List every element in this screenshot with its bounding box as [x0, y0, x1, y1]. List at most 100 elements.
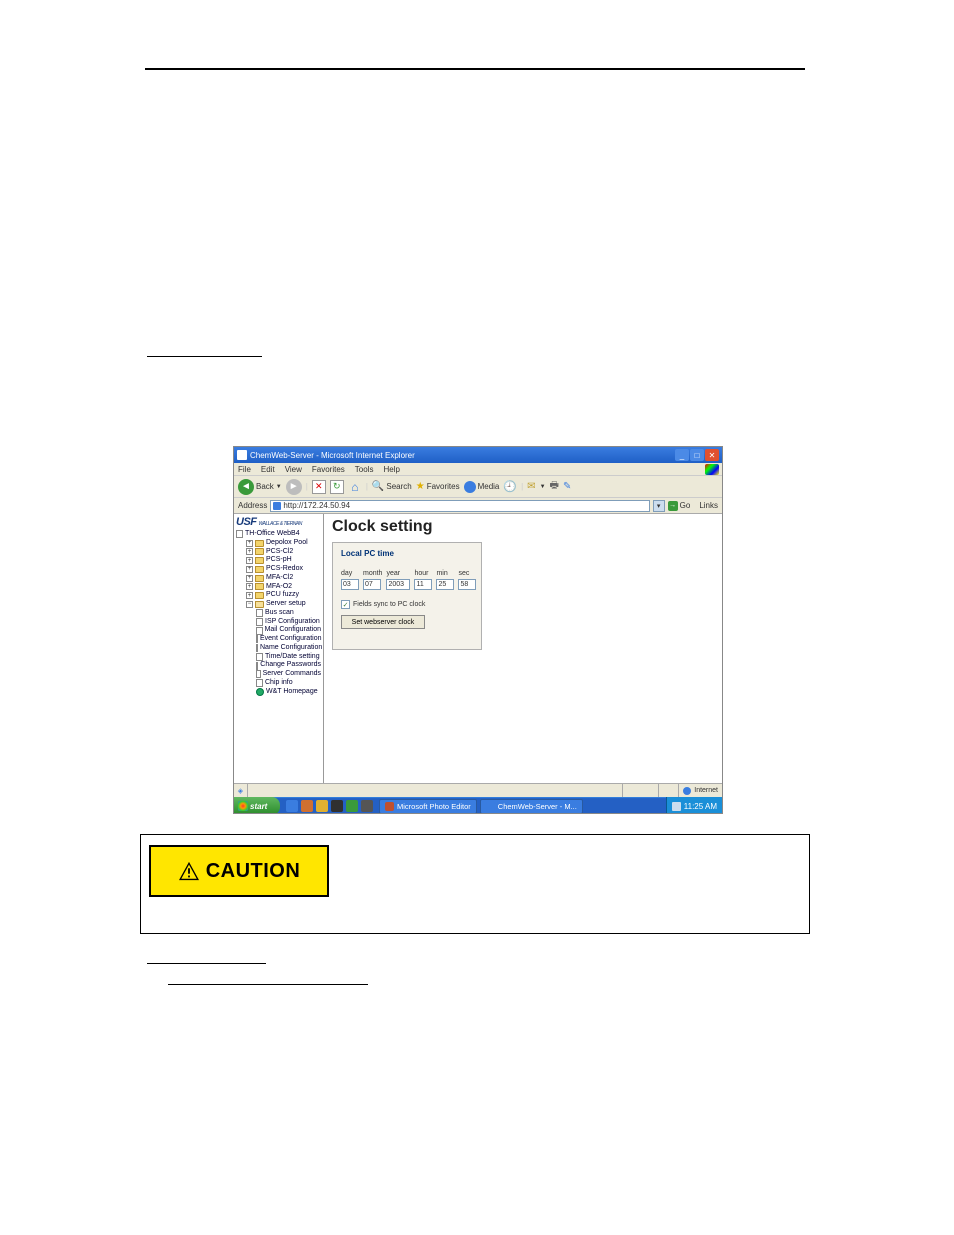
label-hour: hour [414, 570, 428, 577]
expand-icon[interactable]: + [246, 566, 253, 573]
home-button[interactable]: ⌂ [348, 480, 362, 494]
section-underline-1 [147, 355, 262, 357]
expand-icon[interactable]: + [246, 575, 253, 582]
root-label: TH-Office WebB4 [245, 530, 300, 539]
expand-icon[interactable]: + [246, 592, 253, 599]
address-input[interactable]: http://172.24.50.94 [270, 500, 649, 512]
menu-view[interactable]: View [285, 465, 302, 474]
globe-icon [256, 688, 264, 696]
input-hour[interactable]: 11 [414, 579, 432, 590]
media-label: Media [478, 482, 500, 491]
expand-icon[interactable]: + [246, 583, 253, 590]
ql-icon[interactable] [361, 800, 373, 812]
status-cell [622, 784, 658, 797]
label-day: day [341, 570, 352, 577]
tray-icon[interactable] [672, 802, 681, 811]
tree-item-timedate[interactable]: Time/Date setting [256, 653, 321, 662]
logo-text: USF [236, 516, 257, 528]
menu-help[interactable]: Help [383, 465, 399, 474]
tree-item-pcs-ph[interactable]: +PCS-pH [246, 556, 321, 565]
tree-item-server-cmd[interactable]: Server Commands [256, 670, 321, 679]
tree-item-wt-home[interactable]: W&T Homepage [256, 688, 321, 697]
page-content: USF WALLACE & TIERNAN TH-Office WebB4 +D… [234, 514, 722, 783]
task-photo-editor[interactable]: Microsoft Photo Editor [379, 799, 477, 814]
mail-button[interactable]: ✉ [527, 481, 535, 492]
sync-checkbox-row: ✓ Fields sync to PC clock [341, 600, 473, 609]
mail-dropdown-icon[interactable]: ▼ [540, 484, 546, 490]
tree-item-pcs-cl2[interactable]: +PCS-Cl2 [246, 548, 321, 557]
stop-button[interactable]: ✕ [312, 480, 326, 494]
page-icon [256, 627, 263, 635]
tree-item-mail-config[interactable]: Mail Configuration [256, 626, 321, 635]
page-top-rule [145, 68, 805, 70]
input-min[interactable]: 25 [436, 579, 454, 590]
collapse-icon[interactable]: − [246, 601, 253, 608]
tree-root[interactable]: TH-Office WebB4 [236, 530, 321, 539]
menu-favorites[interactable]: Favorites [312, 465, 345, 474]
input-day[interactable]: 03 [341, 579, 359, 590]
favorites-button[interactable]: ★ Favorites [416, 481, 460, 492]
label-month: month [363, 570, 382, 577]
expand-icon[interactable]: + [246, 557, 253, 564]
input-month[interactable]: 07 [363, 579, 381, 590]
tree-label: PCS-Redox [266, 565, 303, 574]
tree-item-change-pw[interactable]: Change Passwords [256, 661, 321, 670]
tree-item-server-setup[interactable]: − Server setup [246, 600, 321, 609]
tree-item-pcs-redox[interactable]: + PCS-Redox [246, 565, 321, 574]
links-label[interactable]: Links [699, 501, 718, 510]
task-chemweb[interactable]: ChemWeb-Server - M... [480, 799, 583, 814]
back-label: Back [256, 482, 274, 491]
section-underline-2 [147, 962, 266, 964]
menu-tools[interactable]: Tools [355, 465, 374, 474]
history-button[interactable]: 🕘 [503, 480, 517, 493]
expand-icon[interactable]: + [246, 548, 253, 555]
menu-bar: File Edit View Favorites Tools Help [234, 463, 722, 476]
ql-icon[interactable] [301, 800, 313, 812]
sync-checkbox[interactable]: ✓ [341, 600, 350, 609]
ql-icon[interactable] [316, 800, 328, 812]
ql-ie-icon[interactable] [286, 800, 298, 812]
tree-label: Depolox Pool [266, 539, 308, 548]
tree-item-isp-config[interactable]: ISP Configuration [256, 618, 321, 627]
refresh-button[interactable]: ↻ [330, 480, 344, 494]
page-title: Clock setting [332, 518, 714, 536]
menu-file[interactable]: File [238, 465, 251, 474]
tree-item-chip-info[interactable]: Chip info [256, 679, 321, 688]
tree-item-depolox[interactable]: + Depolox Pool [246, 539, 321, 548]
media-button[interactable]: Media [464, 481, 500, 493]
col-min: min 25 [436, 570, 454, 590]
input-year[interactable]: 2003 [386, 579, 410, 590]
folder-icon [255, 540, 264, 547]
tree-label: Chip info [265, 679, 293, 688]
tree-item-pcu-fuzzy[interactable]: +PCU fuzzy [246, 591, 321, 600]
tree-item-mfa-o2[interactable]: +MFA-O2 [246, 583, 321, 592]
set-clock-button[interactable]: Set webserver clock [341, 615, 425, 629]
tree-item-name-config[interactable]: Name Configuration [256, 644, 321, 653]
edit-button[interactable]: ✎ [563, 481, 571, 492]
start-button[interactable]: start [234, 797, 280, 814]
go-button[interactable]: → Go [668, 501, 691, 511]
ql-icon[interactable] [346, 800, 358, 812]
forward-button[interactable]: ► [286, 479, 302, 495]
tree-item-mfa-cl2[interactable]: +MFA-Cl2 [246, 574, 321, 583]
back-dropdown-icon[interactable]: ▼ [276, 484, 282, 490]
tree-label: Name Configuration [260, 644, 322, 653]
zone-label: Internet [694, 787, 718, 794]
search-button[interactable]: 🔍 Search [372, 481, 412, 492]
maximize-button[interactable]: □ [690, 449, 704, 461]
close-button[interactable]: ✕ [705, 449, 719, 461]
address-bar: Address http://172.24.50.94 ▾ → Go Links [234, 498, 722, 514]
print-button[interactable]: 🖶 [550, 478, 559, 495]
address-dropdown[interactable]: ▾ [653, 500, 665, 512]
tree-label: Server setup [266, 600, 306, 609]
ql-icon[interactable] [331, 800, 343, 812]
address-label: Address [238, 501, 267, 510]
menu-edit[interactable]: Edit [261, 465, 275, 474]
back-button[interactable]: ◄ Back ▼ [238, 479, 282, 495]
tree-item-bus-scan[interactable]: Bus scan [256, 609, 321, 618]
minimize-button[interactable]: _ [675, 449, 689, 461]
tree-item-event-config[interactable]: Event Configuration [256, 635, 321, 644]
input-sec[interactable]: 58 [458, 579, 476, 590]
expand-icon[interactable]: + [246, 540, 253, 547]
go-icon: → [668, 501, 678, 511]
